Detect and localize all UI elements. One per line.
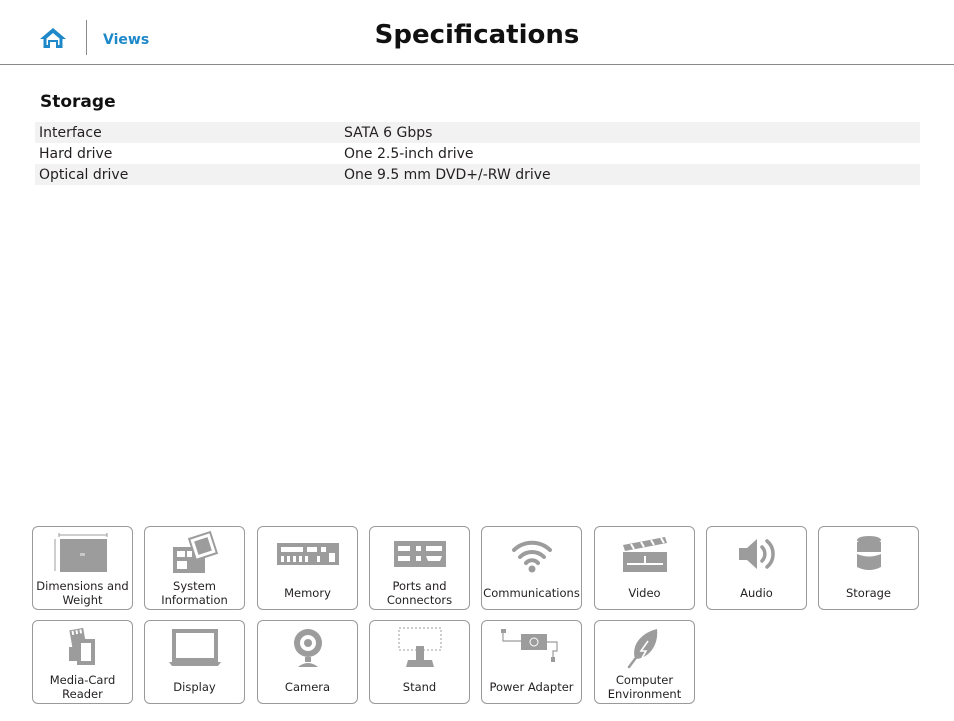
tile-label: Dimensions and Weight [36,579,129,607]
tile-label: Video [628,586,661,600]
tile-audio[interactable]: Audio [706,526,807,610]
speaker-icon [738,539,775,569]
spec-navigation-grid: Dimensions and Weight System Information [32,526,920,706]
tile-label: Audio [740,586,773,600]
section-title: Storage [40,92,116,112]
tile-memory[interactable]: Memory [257,526,358,610]
clapperboard-icon [622,537,667,572]
tile-label: System Information [161,579,228,607]
tile-label: Stand [402,680,437,694]
tile-label: Storage [846,586,891,600]
tile-label: Memory [284,586,331,600]
webcam-icon [293,629,322,667]
spec-value: SATA 6 Gbps [340,122,920,143]
tile-label: Communications [483,586,580,600]
tile-video[interactable]: Video [594,526,695,610]
table-row: Optical drive One 9.5 mm DVD+/-RW drive [35,164,920,185]
spec-label: Optical drive [35,164,340,185]
storage-drum-icon [856,536,881,570]
system-board-icon [172,531,218,573]
table-row: Hard drive One 2.5-inch drive [35,143,920,164]
spec-label: Hard drive [39,145,113,162]
tile-power-adapter[interactable]: Power Adapter [481,620,582,704]
tile-label: Media-Card Reader [49,673,116,701]
spec-value: One 9.5 mm DVD+/-RW drive [340,164,920,185]
spec-label: Interface [35,122,340,143]
stand-icon [398,627,441,667]
tile-label: Camera [284,680,331,694]
tile-label: Display [173,680,216,694]
tile-display[interactable]: Display [144,620,245,704]
dimensions-icon [54,533,107,572]
media-card-icon [68,627,95,665]
tile-media-card-reader[interactable]: Media-Card Reader [32,620,133,704]
display-icon [168,629,221,666]
tile-camera[interactable]: Camera [257,620,358,704]
tile-dimensions-and-weight[interactable]: Dimensions and Weight [32,526,133,610]
table-row: Interface SATA 6 Gbps [35,122,920,143]
spec-value: One 2.5-inch drive [344,145,474,162]
tile-stand[interactable]: Stand [369,620,470,704]
tile-communications[interactable]: Communications [481,526,582,610]
wifi-icon [511,540,552,573]
page-title: Specifications [374,20,580,50]
tile-computer-environment[interactable]: Computer Environment [594,620,695,704]
tile-label: Ports and Connectors [386,579,453,607]
tile-label: Computer Environment [607,673,682,701]
tile-label: Power Adapter [489,680,574,694]
power-adapter-icon [500,629,558,662]
ports-icon [393,541,446,567]
storage-spec-table: Interface SATA 6 Gbps Hard drive One 2.5… [35,122,920,185]
top-bar: Views Specifications [0,0,954,65]
leaf-icon [627,629,657,669]
tile-ports-and-connectors[interactable]: Ports and Connectors [369,526,470,610]
memory-module-icon [276,543,339,565]
tile-system-information[interactable]: System Information [144,526,245,610]
tile-storage[interactable]: Storage [818,526,919,610]
